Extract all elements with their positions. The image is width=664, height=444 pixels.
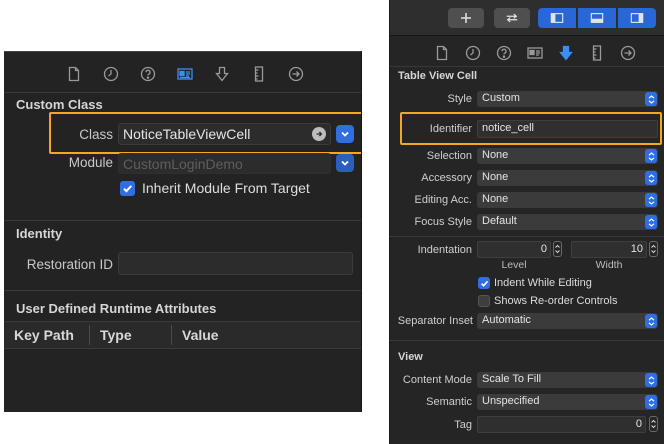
- level-stepper[interactable]: [553, 241, 562, 257]
- column-type[interactable]: Type: [90, 327, 171, 343]
- content-mode-value: Scale To Fill: [482, 373, 542, 385]
- style-popup[interactable]: Custom: [477, 91, 658, 107]
- divider: [4, 290, 361, 291]
- popup-arrows-icon: [645, 193, 657, 207]
- style-value: Custom: [482, 92, 520, 104]
- runtime-attributes-table-header: Key Path Type Value: [4, 321, 361, 349]
- left-panel-icon[interactable]: [538, 8, 576, 28]
- semantic-label: Semantic: [426, 396, 472, 408]
- level-field[interactable]: 0: [477, 241, 551, 258]
- selection-value: None: [482, 149, 509, 161]
- level-label: Level: [501, 259, 527, 271]
- focus-style-popup[interactable]: Default: [477, 214, 658, 230]
- accessory-label: Accessory: [421, 172, 472, 184]
- separator-inset-label: Separator Inset: [397, 315, 473, 327]
- separator-inset-value: Automatic: [482, 314, 531, 326]
- file-icon[interactable]: [62, 64, 86, 84]
- restoration-id-label: Restoration ID: [26, 257, 113, 272]
- identity-heading: Identity: [16, 226, 63, 241]
- accessory-popup[interactable]: None: [477, 170, 658, 186]
- attributes-icon[interactable]: [554, 43, 578, 63]
- popup-arrows-icon: [645, 171, 657, 185]
- semantic-popup[interactable]: Unspecified: [477, 394, 658, 410]
- popup-arrows-icon: [645, 395, 657, 409]
- content-mode-label: Content Mode: [402, 374, 472, 386]
- selection-popup[interactable]: None: [477, 148, 658, 164]
- editing-acc-label: Editing Acc.: [414, 194, 472, 206]
- history-icon[interactable]: [461, 43, 485, 63]
- runtime-attributes-heading: User Defined Runtime Attributes: [16, 301, 217, 316]
- editing-acc-popup[interactable]: None: [477, 192, 658, 208]
- popup-arrows-icon: [645, 149, 657, 163]
- history-icon[interactable]: [99, 64, 123, 84]
- window-toolbar: [390, 0, 664, 36]
- inspector-tab-bar: [62, 59, 321, 89]
- divider: [4, 92, 361, 93]
- editing-acc-value: None: [482, 193, 509, 205]
- identifier-highlight-box: [400, 112, 662, 145]
- indent-while-editing-label: Indent While Editing: [494, 277, 592, 289]
- connections-icon[interactable]: [616, 43, 640, 63]
- restoration-id-field[interactable]: [118, 252, 353, 275]
- indent-while-editing-checkbox[interactable]: [478, 277, 490, 289]
- divider: [4, 220, 361, 221]
- separator-inset-popup[interactable]: Automatic: [477, 313, 658, 329]
- column-value[interactable]: Value: [172, 327, 342, 343]
- popup-arrows-icon: [645, 215, 657, 229]
- show-reorder-checkbox[interactable]: [478, 295, 490, 307]
- selection-label: Selection: [426, 150, 472, 162]
- attributes-icon[interactable]: [210, 64, 234, 84]
- swap-icon[interactable]: [494, 8, 530, 28]
- divider: [390, 66, 664, 67]
- show-reorder-label: Shows Re-order Controls: [494, 295, 618, 307]
- help-icon[interactable]: [136, 64, 160, 84]
- top-divider: [4, 51, 361, 52]
- right-panel-icon[interactable]: [618, 8, 656, 28]
- width-label: Width: [595, 259, 623, 271]
- divider: [389, 340, 664, 341]
- table-view-cell-heading: Table View Cell: [398, 70, 478, 82]
- tag-label: Tag: [454, 419, 472, 431]
- focus-style-value: Default: [482, 215, 517, 227]
- popup-arrows-icon: [645, 92, 657, 106]
- divider: [389, 236, 664, 237]
- semantic-value: Unspecified: [482, 395, 540, 407]
- content-mode-popup[interactable]: Scale To Fill: [477, 372, 658, 388]
- custom-class-heading: Custom Class: [16, 97, 103, 112]
- help-icon[interactable]: [492, 43, 516, 63]
- view-heading: View: [398, 351, 423, 363]
- bottom-panel-icon[interactable]: [578, 8, 616, 28]
- identity-icon[interactable]: [523, 43, 547, 63]
- inherit-module-checkbox[interactable]: [120, 181, 135, 196]
- connections-icon[interactable]: [284, 64, 308, 84]
- identity-inspector-panel: Custom Class Class NoticeTableViewCell M…: [4, 51, 362, 412]
- identity-icon[interactable]: [173, 64, 197, 84]
- module-dropdown-button[interactable]: [336, 154, 354, 172]
- accessory-value: None: [482, 171, 509, 183]
- style-label: Style: [447, 93, 472, 105]
- size-icon[interactable]: [247, 64, 271, 84]
- inherit-module-label: Inherit Module From Target: [142, 180, 310, 196]
- size-icon[interactable]: [585, 43, 609, 63]
- column-key-path[interactable]: Key Path: [4, 327, 89, 343]
- add-icon[interactable]: [448, 8, 484, 28]
- tag-stepper[interactable]: [649, 416, 658, 432]
- width-stepper[interactable]: [649, 241, 658, 257]
- inspector-tab-bar: [430, 42, 647, 64]
- file-icon[interactable]: [430, 43, 454, 63]
- module-field[interactable]: CustomLoginDemo: [118, 153, 331, 174]
- popup-arrows-icon: [645, 373, 657, 387]
- focus-style-label: Focus Style: [414, 216, 472, 228]
- popup-arrows-icon: [645, 314, 657, 328]
- width-field[interactable]: 10: [571, 241, 647, 258]
- tag-field[interactable]: 0: [477, 416, 646, 433]
- module-label: Module: [68, 155, 113, 170]
- class-highlight-box: [49, 112, 361, 154]
- indentation-label: Indentation: [417, 244, 472, 256]
